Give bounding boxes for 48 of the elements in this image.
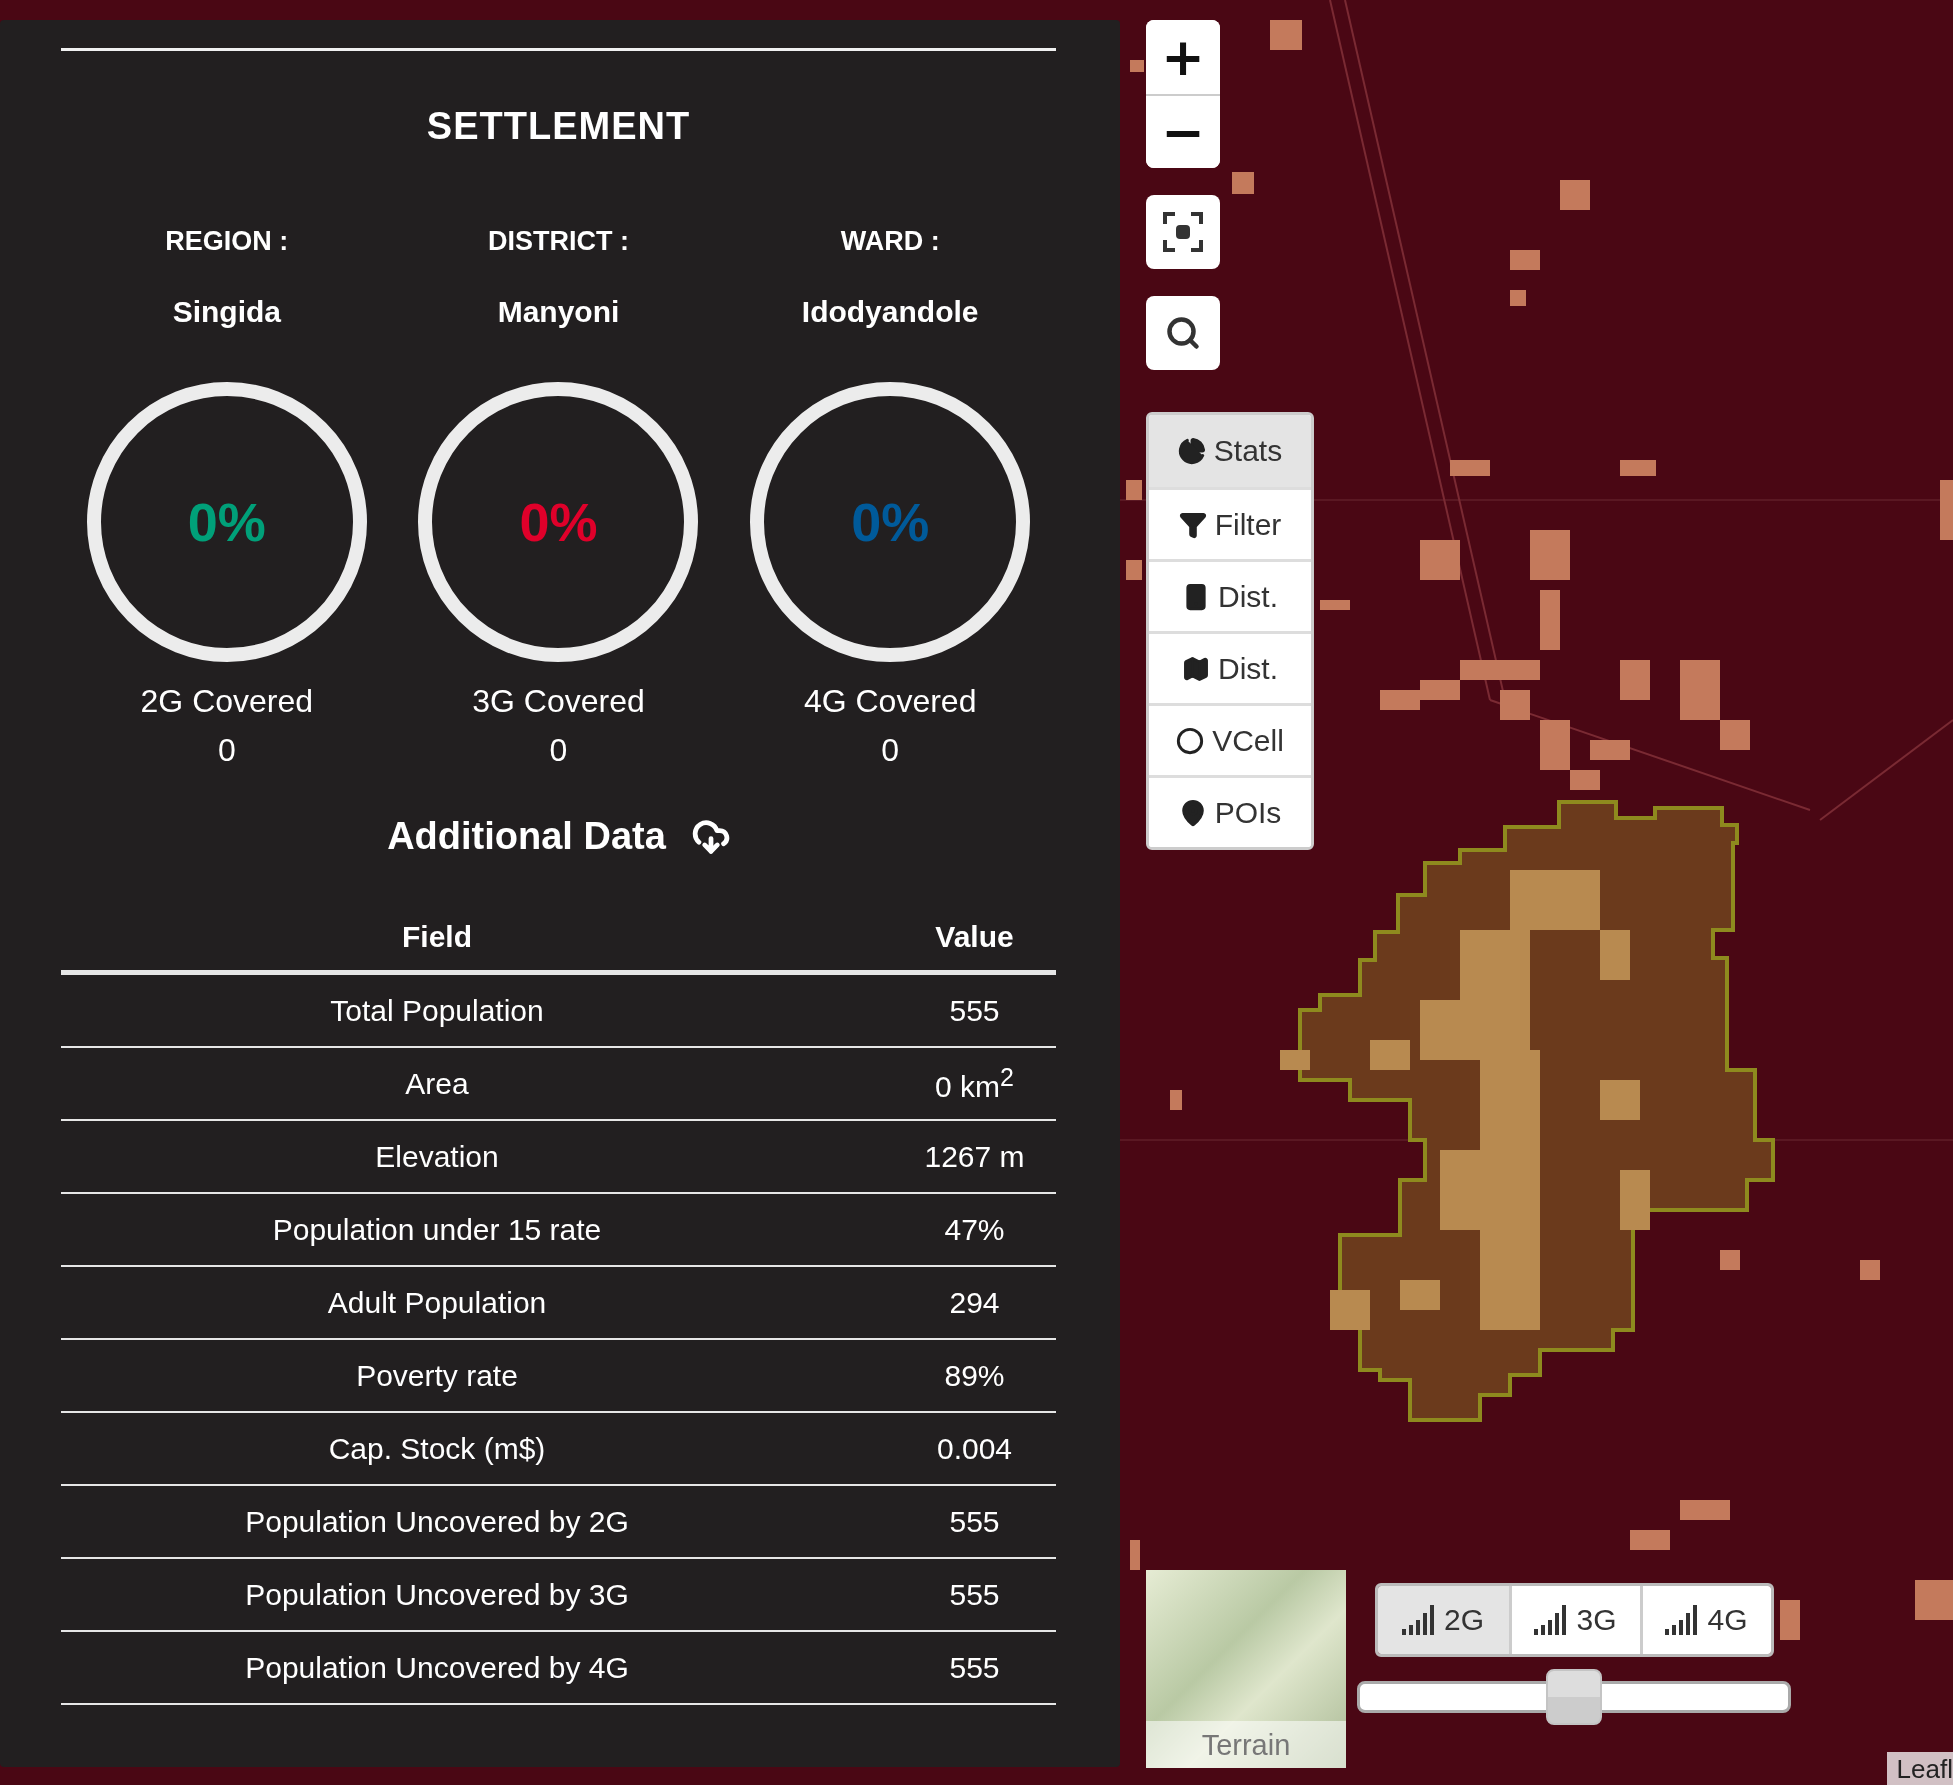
coverage-percent: 0% — [851, 491, 930, 553]
coverage-percent: 0% — [519, 491, 598, 553]
coverage-count: 0 — [217, 732, 236, 769]
table-cell-text: Poverty rate — [355, 1358, 519, 1393]
table-cell-text: 555 — [948, 993, 1001, 1028]
column-header: Value — [934, 920, 1015, 954]
network-toggle[interactable]: 4G — [1639, 1586, 1771, 1654]
table-cell-text: 555 — [948, 1504, 1001, 1539]
table-cell-text: 47% — [943, 1212, 1006, 1247]
table-cell-text: 294 — [948, 1285, 1001, 1320]
terrain-layer-thumbnail[interactable]: Terrain — [1146, 1570, 1346, 1768]
location-value: Manyoni — [497, 295, 620, 329]
table-cell-text: 0 km$^{2}$ — [934, 1063, 1015, 1104]
coverage-label: 2G Covered — [140, 683, 314, 720]
table-cell-text: 555 — [948, 1650, 1001, 1685]
coverage-count: 0 — [549, 732, 568, 769]
zoom-out-button[interactable]: − — [1146, 94, 1220, 168]
table-cell-text: Cap. Stock (m$) — [327, 1431, 547, 1466]
location-label: WARD : — [840, 226, 940, 257]
table-cell-text: Area — [404, 1066, 470, 1101]
table-cell-text: Total Population — [329, 993, 545, 1028]
section-title: Additional Data — [387, 815, 666, 858]
table-cell-text: Population Uncovered by 3G — [244, 1577, 630, 1612]
column-header: Field — [401, 920, 473, 954]
table-cell-text: Population under 15 rate — [271, 1212, 603, 1247]
network-toggle[interactable]: 2G — [1377, 1586, 1509, 1654]
location-value: Singida — [172, 295, 281, 329]
table-cell-text: 1267 m — [923, 1139, 1026, 1174]
table-cell-text: 89% — [943, 1358, 1006, 1393]
network-toggle[interactable]: 3G — [1508, 1586, 1640, 1654]
table-cell-text: Population Uncovered by 4G — [244, 1650, 630, 1685]
coverage-label: 4G Covered — [803, 683, 977, 720]
table-cell-text: Elevation — [374, 1139, 500, 1174]
layer-label: Terrain — [1146, 1721, 1346, 1768]
menu-item[interactable]: POIs — [1149, 775, 1311, 847]
location-label: REGION : — [165, 226, 289, 257]
menu-item[interactable]: Stats — [1149, 415, 1311, 487]
table-cell-text: Population Uncovered by 2G — [244, 1504, 630, 1539]
coverage-percent: 0% — [187, 491, 266, 553]
table-cell-text: 555 — [948, 1577, 1001, 1612]
panel-title: SETTLEMENT — [425, 105, 692, 148]
coverage-label: 3G Covered — [472, 683, 645, 720]
coverage-count: 0 — [881, 732, 900, 769]
location-label: DISTRICT : — [488, 226, 629, 257]
table-cell-text: 0.004 — [935, 1431, 1014, 1466]
table-cell-text: Adult Population — [326, 1285, 548, 1320]
location-value: Idodyandole — [801, 295, 979, 329]
map-attribution[interactable]: Leafl — [1886, 1752, 1953, 1785]
